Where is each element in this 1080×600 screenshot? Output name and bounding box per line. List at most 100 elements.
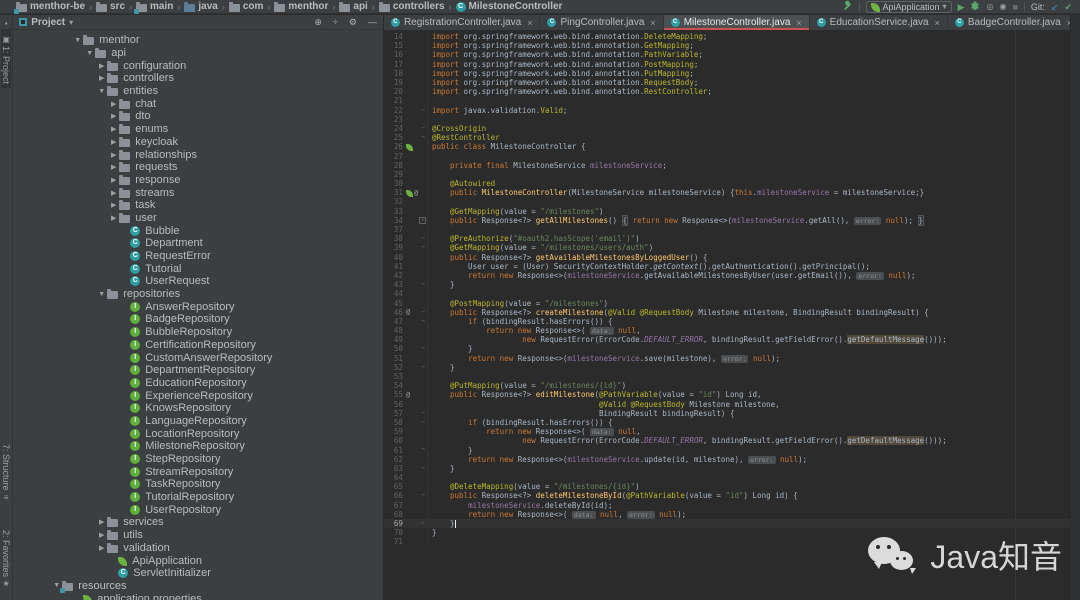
tree-item[interactable]: ▼ entities	[13, 85, 383, 98]
tree-expand-icon[interactable]: ▼	[96, 291, 107, 298]
tree-item[interactable]: ▶ user	[13, 212, 383, 225]
fold-marker[interactable]: −	[419, 316, 428, 326]
fold-marker[interactable]: −	[419, 344, 428, 354]
fold-marker[interactable]: −	[419, 463, 428, 473]
tree-item[interactable]: ▶ chat	[13, 97, 383, 110]
breadcrumb-item[interactable]: controllers	[378, 1, 445, 12]
tree-expand-icon[interactable]: ▶	[108, 138, 119, 146]
code-line[interactable]: 67 milestoneService.deleteById(id);	[384, 500, 1080, 510]
code-line[interactable]: 22 − import javax.validation.Valid;	[384, 105, 1080, 115]
fold-marker[interactable]: +	[419, 215, 428, 225]
tree-item[interactable]: ApiApplication	[13, 554, 383, 567]
tree-item[interactable]: I StreamRepository	[13, 465, 383, 478]
code-line[interactable]: 45 @PostMapping(value = "/milestones")	[384, 298, 1080, 308]
code-line[interactable]: 41 User user = (User) SecurityContextHol…	[384, 261, 1080, 271]
tree-item[interactable]: ▼ repositories	[13, 288, 383, 301]
git-update-button[interactable]: ↙	[1051, 1, 1059, 13]
editor-tab[interactable]: C MilestoneController.java ×	[663, 15, 810, 30]
fold-marker[interactable]: −	[419, 243, 428, 253]
debug-button[interactable]	[970, 0, 980, 16]
code-line[interactable]: 53	[384, 371, 1080, 382]
fold-marker[interactable]: −	[419, 362, 428, 372]
tree-item[interactable]: C Bubble	[13, 224, 383, 237]
fold-expand-icon[interactable]: +	[419, 216, 427, 224]
editor-tab[interactable]: C PingController.java ×	[540, 15, 664, 30]
tree-item[interactable]: ▶ configuration	[13, 59, 383, 72]
tree-expand-icon[interactable]: ▶	[108, 176, 119, 184]
code-line[interactable]: 43 − }	[384, 280, 1080, 290]
tree-expand-icon[interactable]: ▶	[96, 531, 107, 539]
fold-marker[interactable]: −	[419, 133, 428, 143]
fold-marker[interactable]: −	[419, 234, 428, 244]
code-line[interactable]: 37	[384, 224, 1080, 235]
tree-expand-icon[interactable]: ▶	[96, 544, 107, 552]
code-line[interactable]: 50 − }	[384, 344, 1080, 354]
editor-scrollbar[interactable]	[1070, 15, 1080, 600]
code-line[interactable]: 21	[384, 96, 1080, 106]
tree-item[interactable]: I LocationRepository	[13, 427, 383, 440]
tree-item[interactable]: C ServletInitializer	[13, 567, 383, 580]
stop-button[interactable]: ■	[1012, 1, 1017, 13]
tree-expand-icon[interactable]: ▶	[108, 100, 119, 108]
fold-marker[interactable]: −	[419, 491, 428, 501]
breadcrumb-item[interactable]: menthor-be	[14, 1, 85, 14]
tree-item[interactable]: I MilestoneRepository	[13, 440, 383, 453]
code-line[interactable]: 18 import org.springframework.web.bind.an…	[384, 68, 1080, 78]
code-line[interactable]: 40 public Response<?> getAvailableMilest…	[384, 252, 1080, 262]
code-line[interactable]: 24 − @CrossOrigin	[384, 123, 1080, 134]
tree-item[interactable]: I ExperienceRepository	[13, 389, 383, 402]
run-configuration-select[interactable]: ApiApplication ▾	[865, 0, 952, 13]
code-line[interactable]: 14 import org.springframework.web.bind.an…	[384, 32, 1080, 42]
collapse-all-button[interactable]: ÷	[333, 17, 338, 27]
code-line[interactable]: 55 @ public Response<?> editMilestone(@Pa…	[384, 390, 1080, 400]
tree-item[interactable]: ▶ dto	[13, 110, 383, 123]
breadcrumb-item[interactable]: src	[96, 1, 125, 12]
tree-item[interactable]: application.properties	[13, 592, 383, 600]
fold-marker[interactable]: −	[419, 280, 428, 290]
tree-item[interactable]: ▶ controllers	[13, 72, 383, 85]
code-line[interactable]: 17 import org.springframework.web.bind.an…	[384, 59, 1080, 69]
code-line[interactable]: 46 @ − public Response<?> createMilestone(…	[384, 307, 1080, 317]
code-line[interactable]: 60 new RequestError(ErrorCode.DEFAULT_ER…	[384, 436, 1080, 446]
git-commit-button[interactable]: ✔	[1064, 1, 1072, 13]
tree-item[interactable]: I LanguageRepository	[13, 415, 383, 428]
code-line[interactable]: 16 import org.springframework.web.bind.an…	[384, 50, 1080, 60]
tool-window-project-button[interactable]: ▣ 1: Project	[1, 29, 12, 89]
code-line[interactable]: 25 − @RestController	[384, 133, 1080, 143]
tree-item[interactable]: ▶ response	[13, 174, 383, 187]
tree-expand-icon[interactable]: ▶	[96, 518, 107, 526]
code-line[interactable]: 63 − }	[384, 463, 1080, 473]
code-line[interactable]: 39 − @GetMapping(value = "/milestones/use…	[384, 243, 1080, 253]
tree-item[interactable]: I BadgeRepository	[13, 313, 383, 326]
tree-item[interactable]: ▶ utils	[13, 529, 383, 542]
code-line[interactable]: 69 − }	[383, 518, 1080, 529]
tree-expand-icon[interactable]: ▶	[108, 189, 119, 197]
code-line[interactable]: 48 return new Response<>( data: null,	[384, 326, 1080, 336]
tree-expand-icon[interactable]: ▶	[108, 151, 119, 159]
code-line[interactable]: 31 @ public MilestoneController(Milestone…	[384, 188, 1080, 198]
editor-tab[interactable]: C RegistrationController.java ×	[384, 15, 541, 30]
tree-item[interactable]: I TaskRepository	[13, 478, 383, 491]
tree-item[interactable]: I BubbleRepository	[13, 326, 383, 339]
tree-item[interactable]: ▶ relationships	[13, 148, 383, 161]
breadcrumb-item[interactable]: api	[339, 1, 368, 12]
code-line[interactable]: 29	[384, 169, 1080, 179]
close-icon[interactable]: ×	[796, 18, 801, 28]
tree-expand-icon[interactable]: ▶	[108, 125, 119, 133]
tree-item[interactable]: C Department	[13, 237, 383, 250]
code-line[interactable]: 47 − if (bindingResult.hasErrors()) {	[384, 316, 1080, 326]
breadcrumb-item[interactable]: java	[184, 1, 218, 12]
tool-window-favorites-button[interactable]: 2: Favorites ★	[1, 526, 11, 594]
code-line[interactable]: 57 − BindingResult bindingResult) {	[384, 408, 1080, 418]
tree-expand-icon[interactable]: ▼	[84, 50, 95, 57]
fold-marker[interactable]: −	[419, 307, 428, 317]
fold-marker[interactable]: −	[419, 417, 428, 428]
fold-marker[interactable]: −	[419, 518, 428, 529]
profiler-button[interactable]: ◉	[999, 1, 1006, 13]
code-line[interactable]: 44	[384, 289, 1080, 299]
tree-expand-icon[interactable]: ▶	[96, 62, 107, 70]
panel-settings-button[interactable]: ⚙	[349, 17, 357, 28]
editor-tab[interactable]: CBadgeController.java×	[948, 15, 1080, 30]
fold-marker[interactable]: −	[419, 445, 428, 455]
code-line[interactable]: 51 return new Response<>(milestoneServic…	[384, 353, 1080, 363]
